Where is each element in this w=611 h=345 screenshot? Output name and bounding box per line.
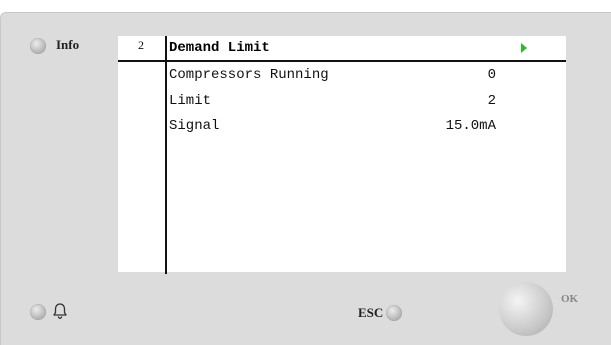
bell-icon[interactable] (52, 302, 68, 320)
ok-knob[interactable] (499, 282, 553, 336)
info-button-label[interactable]: Info (56, 37, 79, 53)
screen-title: Demand Limit (169, 40, 270, 56)
play-arrow-icon[interactable] (521, 43, 527, 53)
screen-header-divider (118, 60, 566, 62)
row-label-compressors-running: Compressors Running (169, 67, 329, 83)
row-label-limit: Limit (169, 93, 212, 109)
alarm-led-icon[interactable] (30, 304, 46, 320)
screen-vertical-divider (165, 36, 167, 274)
row-value-signal: 15.0mA (445, 118, 496, 134)
menu-level-number: 2 (138, 38, 144, 52)
info-led-icon[interactable] (30, 38, 46, 54)
row-value-compressors-running: 0 (487, 67, 496, 83)
ok-button-label: OK (561, 293, 579, 305)
esc-button-label[interactable]: ESC (358, 305, 383, 321)
row-label-signal: Signal (169, 118, 220, 134)
row-value-limit: 2 (487, 93, 496, 109)
esc-led-icon[interactable] (386, 305, 402, 321)
